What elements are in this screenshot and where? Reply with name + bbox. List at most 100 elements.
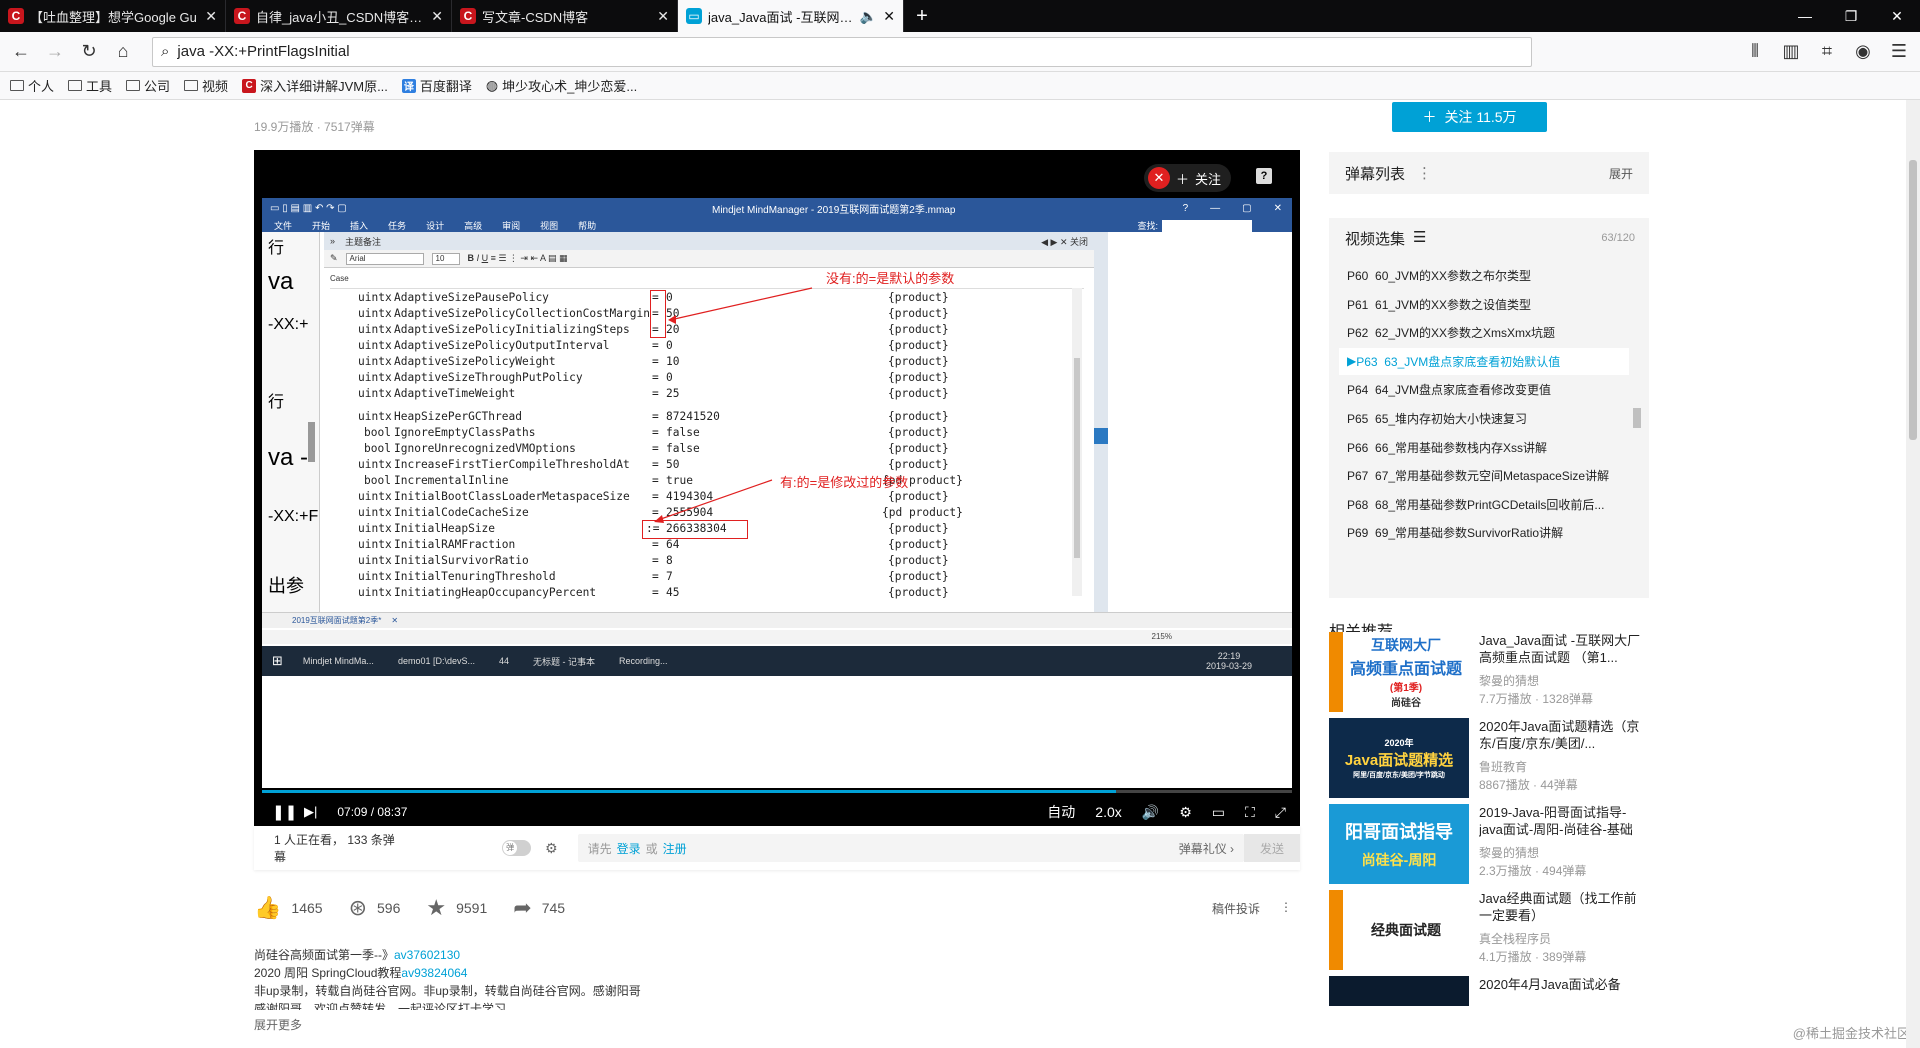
playlist-item[interactable]: P65 65_堆内存初始大小快速复习 [1339,405,1629,432]
close-icon[interactable]: ✕ [431,8,443,25]
bookmark-link[interactable]: 译百度翻译 [401,76,472,95]
report-link[interactable]: 稿件投诉 [1212,900,1260,917]
taskbar-item: Mindjet MindMa... [302,656,374,666]
related-video-title[interactable]: 2020年Java面试题精选（京东/百度/京东/美团/... [1479,718,1649,752]
send-button[interactable]: 发送 [1244,834,1301,862]
danmaku-settings-icon[interactable]: ⚙ [545,840,558,857]
library-icon[interactable]: ⫴ [1740,37,1770,67]
bookmark-folder[interactable]: 公司 [126,76,170,95]
playlist-item[interactable]: P62 62_JVM的XX参数之XmsXmx坑题 [1339,319,1629,346]
help-icon[interactable]: ? [1256,168,1272,184]
related-video[interactable]: 阳哥面试指导 尚硅谷-周阳 2019-Java-阳哥面试指导-java面试-周阳… [1329,804,1649,884]
reload-icon[interactable]: ↻ [74,37,104,67]
next-icon[interactable]: ▶| [304,804,317,820]
progress-fill [262,790,1116,793]
coin-button[interactable]: ⊛ 596 [349,895,401,921]
tab-label: 写文章-CSDN博客 [482,9,589,25]
close-icon[interactable]: ✕ [657,8,669,25]
back-icon[interactable]: ← [6,37,36,67]
video-player[interactable]: ✕ ＋ 关注 ? ▭ ▯ ▤ ▥ ↶ ↷ ▢ Mindjet MindManag… [254,150,1300,826]
playlist-item[interactable]: P61 61_JVM的XX参数之设值类型 [1339,291,1629,318]
player-follow-button[interactable]: ✕ ＋ 关注 [1144,164,1232,192]
speaker-icon[interactable]: 🔈 [860,8,877,25]
screenshot-icon[interactable]: ⌗ [1812,37,1842,67]
more-icon[interactable]: ⋮ [1417,164,1432,182]
video-progress-bar[interactable] [262,790,1292,793]
danmaku-toggle[interactable] [502,840,532,856]
related-video[interactable]: 2020年 Java面试题精选 阿里/百度/京东/美团/字节跳动 2020年Ja… [1329,718,1649,798]
speed-button[interactable]: 2.0x [1095,804,1121,820]
related-video[interactable]: 经典面试题 Java经典面试题（找工作前一定要看） 真全栈程序员 4.1万播放 … [1329,890,1649,970]
account-icon[interactable]: ◉ [1848,37,1878,67]
more-icon[interactable]: ⋮ [1280,900,1292,917]
share-button[interactable]: ➦ 745 [513,895,565,921]
menu-icon[interactable]: ☰ [1884,37,1914,67]
av-link[interactable]: av37602130 [394,948,460,962]
restore-icon[interactable]: ❐ [1828,0,1874,32]
register-link[interactable]: 注册 [663,840,687,857]
expand-description-button[interactable]: 展开更多 [254,1016,302,1033]
address-bar[interactable]: ⌕ java -XX:+PrintFlagsInitial [152,36,1532,67]
favorite-button[interactable]: ★ 9591 [426,895,487,921]
related-video[interactable]: 2020年4月Java面试必备 [1329,976,1649,1006]
related-video-title[interactable]: Java经典面试题（找工作前一定要看） [1479,890,1649,924]
related-video-stats: 4.1万播放 · 389弹幕 [1479,950,1587,964]
video-actions: 👍 1465 ⊛ 596 ★ 9591 ➦ 745 稿件投诉 ⋮ [254,890,1300,926]
close-window-icon[interactable]: ✕ [1874,0,1920,32]
minimize-icon[interactable]: — [1782,0,1828,32]
login-link[interactable]: 登录 [617,840,641,857]
follow-button[interactable]: ＋ 关注 11.5万 [1392,102,1547,132]
home-icon[interactable]: ⌂ [108,37,138,67]
playlist-item[interactable]: P68 68_常用基础参数PrintGCDetails回收前后... [1339,491,1629,518]
playlist-item[interactable]: P69 69_常用基础参数SurvivorRatio讲解 [1339,519,1629,546]
webfullscreen-icon[interactable]: ⛶ [1245,804,1255,821]
settings-icon[interactable]: ⚙ [1179,804,1192,821]
window-controls: — ❐ ✕ [1782,0,1920,32]
volume-icon[interactable]: 🔊 [1142,804,1159,821]
folder-icon [126,80,141,91]
danmaku-list-header[interactable]: 弹幕列表 ⋮ 展开 [1329,152,1649,194]
bookmark-folder[interactable]: 视频 [184,76,228,95]
playlist-item[interactable]: ▶ P63 63_JVM盘点家底查看初始默认值 [1339,347,1629,375]
widescreen-icon[interactable]: ▭ [1212,804,1225,821]
bookmark-folder[interactable]: 工具 [68,76,112,95]
sidebar-icon[interactable]: ▥ [1776,37,1806,67]
page-scrollbar[interactable] [1906,100,1920,1048]
new-tab-button[interactable]: + [904,0,940,32]
related-video[interactable]: 互联网大厂 高频重点面试题 (第1季) 尚硅谷 Java_Java面试 -互联网… [1329,632,1649,712]
related-video-title[interactable]: Java_Java面试 -互联网大厂高频重点面试题 （第1... [1479,632,1649,666]
related-video-title[interactable]: 2020年4月Java面试必备 [1479,976,1649,1010]
related-video-title[interactable]: 2019-Java-阳哥面试指导-java面试-周阳-尚硅谷-基础 [1479,804,1649,838]
related-video-author[interactable]: 黎曼的猜想 [1479,672,1539,689]
bookmark-label: 坤少攻心术_坤少恋爱... [502,79,638,94]
danmaku-etiquette-link[interactable]: 弹幕礼仪 › [1179,840,1234,857]
related-video-author[interactable]: 鲁班教育 [1479,758,1527,775]
playlist-scrollbar[interactable] [1633,268,1641,588]
fullscreen-icon[interactable]: ⤢ [1275,804,1286,821]
bookmark-link[interactable]: C 深入详细讲解JVM原... [242,76,388,95]
expand-button[interactable]: 展开 [1609,165,1633,182]
pause-icon[interactable]: ❚❚ [272,803,297,821]
browser-tab[interactable]: C 写文章-CSDN博客 ✕ [452,0,678,32]
browser-tab[interactable]: C 【吐血整理】想学Google Gu ✕ [0,0,226,32]
bookmark-link[interactable]: ◍ 坤少攻心术_坤少恋爱... [486,76,637,95]
playlist-item[interactable]: P64 64_JVM盘点家底查看修改变更值 [1339,376,1629,403]
folder-icon [68,80,83,91]
browser-tab-active[interactable]: ▭ java_Java面试 -互联网大厂 🔈 ✕ [678,0,904,32]
playlist-item[interactable]: P67 67_常用基础参数元空间MetaspaceSize讲解 [1339,462,1629,489]
close-icon[interactable]: ✕ [205,8,217,25]
browser-tab[interactable]: C 自律_java小丑_CSDN博客-We ✕ [226,0,452,32]
forward-icon[interactable]: → [40,37,70,67]
av-link[interactable]: av93824064 [401,966,467,980]
playlist-item[interactable]: P66 66_常用基础参数栈内存Xss讲解 [1339,434,1629,461]
danmaku-input[interactable]: 请先 登录 或 注册 弹幕礼仪 › [577,834,1245,862]
playlist-item[interactable]: P60 60_JVM的XX参数之布尔类型 [1339,262,1629,289]
quality-button[interactable]: 自动 [1047,802,1075,822]
related-video-author[interactable]: 真全栈程序员 [1479,930,1551,947]
bookmark-folder[interactable]: 个人 [10,76,54,95]
close-icon[interactable]: ✕ [883,8,895,25]
like-button[interactable]: 👍 1465 [254,895,323,921]
related-video-author[interactable]: 黎曼的猜想 [1479,844,1539,861]
star-icon: ★ [426,895,447,920]
related-video-stats: 8867播放 · 44弹幕 [1479,778,1578,792]
